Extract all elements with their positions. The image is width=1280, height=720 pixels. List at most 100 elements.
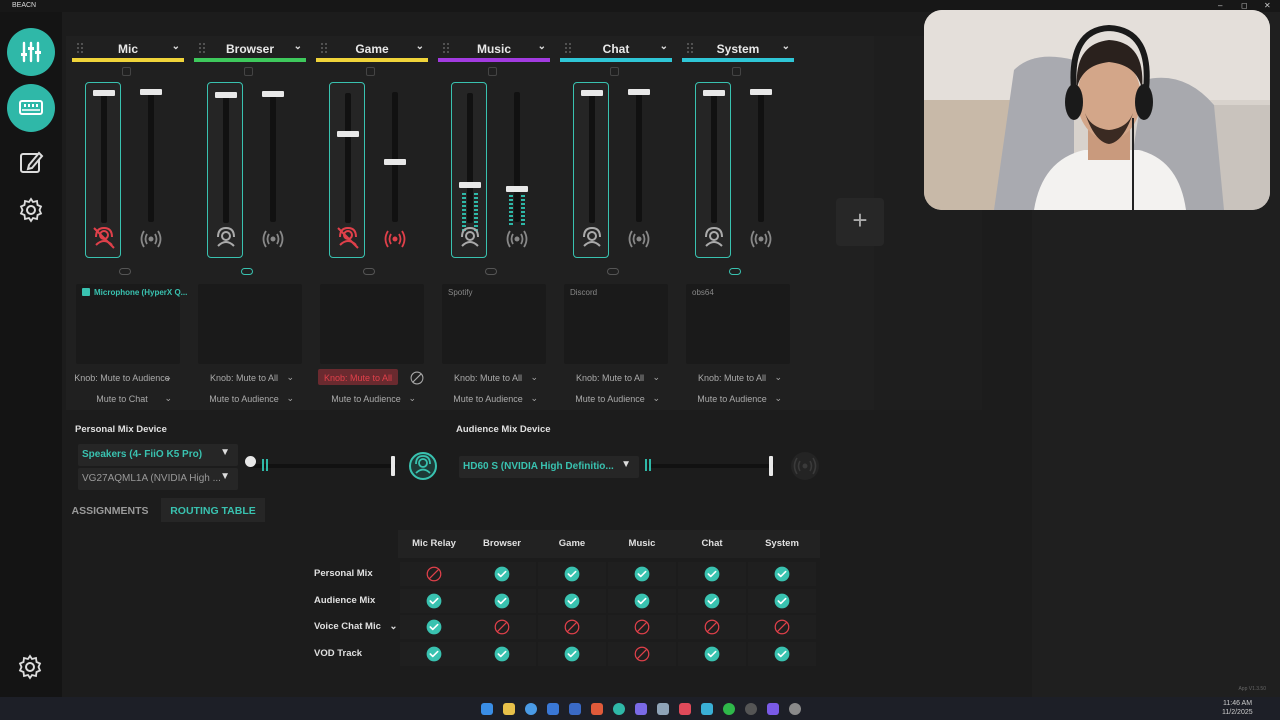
tab-routing-table[interactable]: ROUTING TABLE: [161, 498, 265, 522]
chevron-down-icon[interactable]: ⌄: [416, 41, 424, 52]
fader-knob[interactable]: [703, 90, 725, 96]
routing-cell[interactable]: [538, 588, 606, 613]
knob-behavior-dropdown[interactable]: Knob: Mute to All ⌄: [438, 370, 550, 386]
discord-icon[interactable]: [635, 703, 647, 715]
steam-icon[interactable]: [657, 703, 669, 715]
chevron-down-icon[interactable]: ⌄: [387, 621, 398, 632]
channel-header[interactable]: Game ⌄: [316, 38, 428, 60]
audience-fader[interactable]: [377, 82, 413, 258]
fader-knob[interactable]: [384, 159, 406, 165]
fader-track[interactable]: [148, 92, 154, 222]
link-icon[interactable]: [485, 268, 497, 275]
routing-cell[interactable]: [468, 588, 536, 613]
routing-cell[interactable]: [468, 615, 536, 639]
lock-icon[interactable]: [610, 67, 619, 76]
personal-fader[interactable]: [329, 82, 365, 258]
knob-behavior-dropdown[interactable]: Knob: Mute to All ⌄: [682, 370, 794, 386]
fader-knob[interactable]: [262, 91, 284, 97]
channel-header[interactable]: Music ⌄: [438, 38, 550, 60]
chevron-down-icon[interactable]: ⌄: [172, 41, 180, 52]
personal-fader[interactable]: [695, 82, 731, 258]
audience-toggle-button[interactable]: [626, 226, 652, 252]
sidebar-edit-button[interactable]: [7, 138, 55, 186]
routing-cell[interactable]: [748, 588, 816, 613]
channel-header[interactable]: Chat ⌄: [560, 38, 672, 60]
audience-volume-slider[interactable]: [648, 464, 774, 468]
link-icon[interactable]: [729, 268, 741, 275]
lock-icon[interactable]: [366, 67, 375, 76]
audience-fader[interactable]: [621, 82, 657, 258]
mute-behavior-dropdown[interactable]: Mute to Audience ⌄: [316, 391, 428, 407]
brave-icon[interactable]: [591, 703, 603, 715]
app-assignment-box[interactable]: [320, 284, 424, 364]
edge-icon[interactable]: [613, 703, 625, 715]
routing-cell[interactable]: [538, 641, 606, 666]
audience-device-select[interactable]: HD60 S (NVIDIA High Definitio... ▼: [459, 456, 639, 478]
chevron-down-icon[interactable]: ⌄: [782, 41, 790, 52]
fader-knob[interactable]: [140, 89, 162, 95]
add-channel-button[interactable]: +: [836, 198, 884, 246]
sidebar-mixer-button[interactable]: [7, 28, 55, 76]
audience-toggle-button[interactable]: [138, 226, 164, 252]
beacn-taskbar-icon[interactable]: [679, 703, 691, 715]
personal-toggle-button[interactable]: [457, 225, 483, 251]
routing-cell[interactable]: [400, 588, 468, 613]
personal-fader[interactable]: [573, 82, 609, 258]
audience-toggle-button[interactable]: [382, 226, 408, 252]
lock-icon[interactable]: [244, 67, 253, 76]
knob-behavior-dropdown[interactable]: Knob: Mute to All: [316, 369, 428, 386]
windows-start-icon[interactable]: [481, 703, 493, 715]
routing-cell[interactable]: [538, 615, 606, 639]
lock-icon[interactable]: [122, 67, 131, 76]
routing-cell[interactable]: [468, 562, 536, 586]
personal-volume-slider[interactable]: [250, 464, 396, 468]
maximize-button[interactable]: ◻: [1241, 1, 1248, 10]
routing-cell[interactable]: [608, 615, 676, 639]
settings-taskbar-icon[interactable]: [789, 703, 801, 715]
bottom-settings-button[interactable]: [17, 654, 43, 680]
audience-fader[interactable]: [133, 82, 169, 258]
audience-toggle-button[interactable]: [748, 226, 774, 252]
obs-icon[interactable]: [745, 703, 757, 715]
routing-cell[interactable]: [678, 562, 746, 586]
fader-knob[interactable]: [506, 186, 528, 192]
app-assignment-box[interactable]: Spotify: [442, 284, 546, 364]
personal-fader[interactable]: [451, 82, 487, 258]
chevron-down-icon[interactable]: ⌄: [660, 41, 668, 52]
fader-track[interactable]: [345, 93, 351, 223]
mail-icon[interactable]: [547, 703, 559, 715]
routing-cell[interactable]: [468, 641, 536, 666]
routing-cell[interactable]: [538, 562, 606, 586]
fader-track[interactable]: [223, 93, 229, 223]
personal-fader[interactable]: [207, 82, 243, 258]
mute-behavior-dropdown[interactable]: Mute to Chat ⌄: [72, 391, 184, 407]
lock-icon[interactable]: [488, 67, 497, 76]
fader-knob[interactable]: [93, 90, 115, 96]
mute-behavior-dropdown[interactable]: Mute to Audience ⌄: [194, 391, 306, 407]
fader-track[interactable]: [467, 93, 473, 223]
audience-toggle-button[interactable]: [260, 226, 286, 252]
spotify-icon[interactable]: [723, 703, 735, 715]
audience-fader[interactable]: [499, 82, 535, 258]
fader-track[interactable]: [758, 92, 764, 222]
app-assignment-box[interactable]: Discord: [564, 284, 668, 364]
app-assignment-box[interactable]: [198, 284, 302, 364]
file-explorer-icon[interactable]: [503, 703, 515, 715]
routing-cell[interactable]: [748, 641, 816, 666]
routing-cell[interactable]: [608, 562, 676, 586]
fader-knob[interactable]: [215, 92, 237, 98]
personal-device-select[interactable]: Speakers (4- FiiO K5 Pro) ▼: [78, 444, 238, 466]
fader-track[interactable]: [589, 93, 595, 223]
fader-track[interactable]: [101, 93, 107, 223]
fader-track[interactable]: [270, 92, 276, 222]
twitch-icon[interactable]: [767, 703, 779, 715]
fader-knob[interactable]: [628, 89, 650, 95]
minimize-button[interactable]: –: [1218, 1, 1222, 10]
routing-cell[interactable]: [748, 615, 816, 639]
checkbox-icon[interactable]: [82, 288, 90, 296]
link-icon[interactable]: [363, 268, 375, 275]
fader-track[interactable]: [636, 92, 642, 222]
close-button[interactable]: ✕: [1264, 1, 1271, 10]
channel-header[interactable]: System ⌄: [682, 38, 794, 60]
routing-cell[interactable]: [678, 588, 746, 613]
